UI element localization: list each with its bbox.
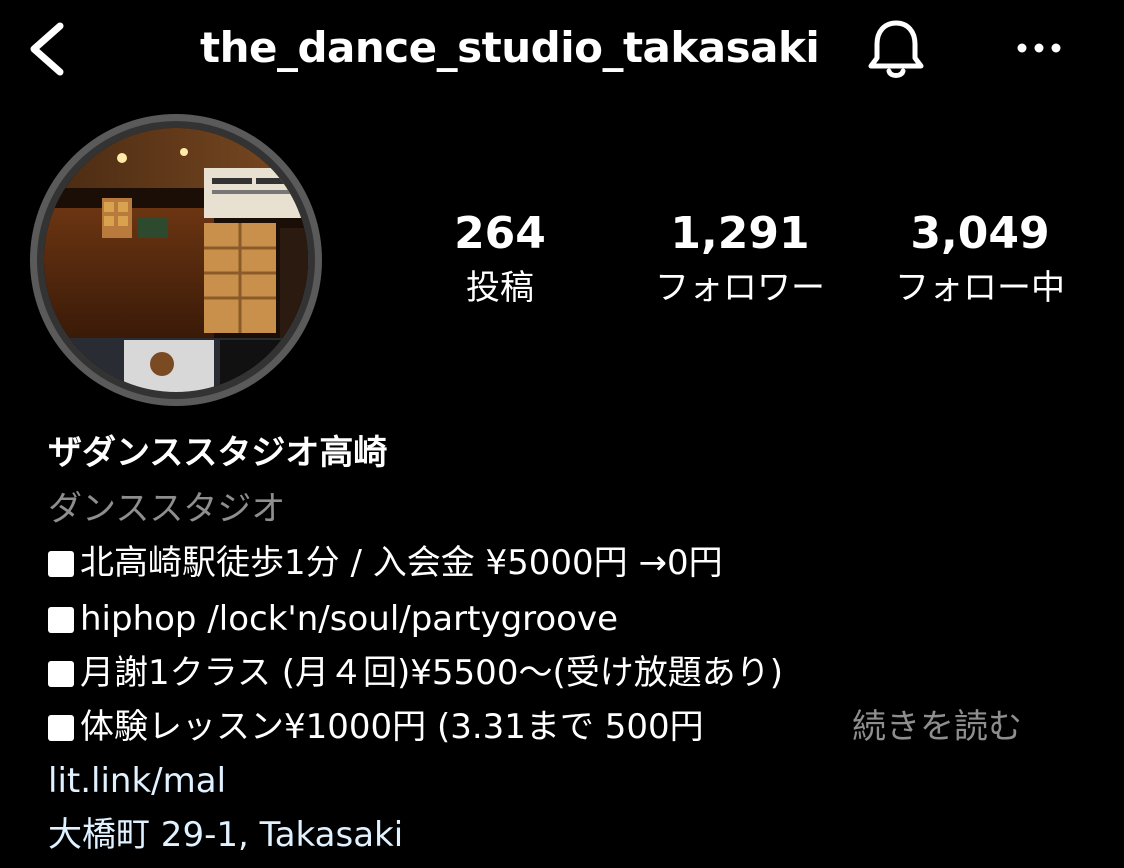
bio-line-text: 月謝1クラス (月４回)¥5500～(受け放題あり)	[80, 653, 783, 693]
avatar[interactable]	[44, 128, 308, 392]
following-count: 3,049	[910, 208, 1050, 259]
bio-address-link[interactable]: 大橋町 29-1, Takasaki	[48, 812, 1088, 858]
more-horizontal-icon	[1017, 43, 1061, 53]
square-bullet-icon	[48, 607, 74, 633]
followers-stat[interactable]: 1,291 フォロワー	[630, 206, 850, 310]
profile-category: ダンススタジオ	[48, 489, 286, 529]
followers-count: 1,291	[670, 208, 810, 259]
notifications-button[interactable]	[860, 14, 932, 86]
read-more-link[interactable]: 続きを読む	[852, 704, 1022, 750]
back-button[interactable]	[22, 18, 72, 80]
followers-label: フォロワー	[655, 268, 825, 308]
top-bar: the_dance_studio_takasaki	[0, 0, 1124, 100]
square-bullet-icon	[48, 661, 74, 687]
bio-line: 月謝1クラス (月４回)¥5500～(受け放題あり)	[48, 650, 1088, 696]
display-name: ザダンススタジオ高崎	[48, 433, 388, 473]
bio-line-text: 北高崎駅徒歩1分 / 入会金 ¥5000円 →0円	[80, 543, 723, 583]
studio-photo-image	[44, 128, 308, 392]
bio-line: 北高崎駅徒歩1分 / 入会金 ¥5000円 →0円	[48, 540, 1088, 586]
posts-stat[interactable]: 264 投稿	[430, 206, 570, 310]
posts-count: 264	[454, 208, 546, 259]
bio-line: hiphop /lock'n/soul/partygroove	[48, 596, 1088, 642]
bio-website-link[interactable]: lit.link/mal	[48, 758, 1088, 804]
bio-line-text: hiphop /lock'n/soul/partygroove	[80, 599, 619, 639]
posts-label: 投稿	[466, 268, 534, 308]
bio-line-text: 体験レッスン¥1000円 (3.31まで 500円	[80, 707, 704, 747]
following-stat[interactable]: 3,049 フォロー中	[870, 206, 1090, 310]
square-bullet-icon	[48, 715, 74, 741]
bell-icon	[868, 20, 924, 78]
chevron-left-icon	[30, 22, 64, 76]
following-label: フォロー中	[895, 268, 1065, 308]
more-options-button[interactable]	[1010, 26, 1070, 70]
profile-username: the_dance_studio_takasaki	[200, 23, 820, 72]
square-bullet-icon	[48, 551, 74, 577]
